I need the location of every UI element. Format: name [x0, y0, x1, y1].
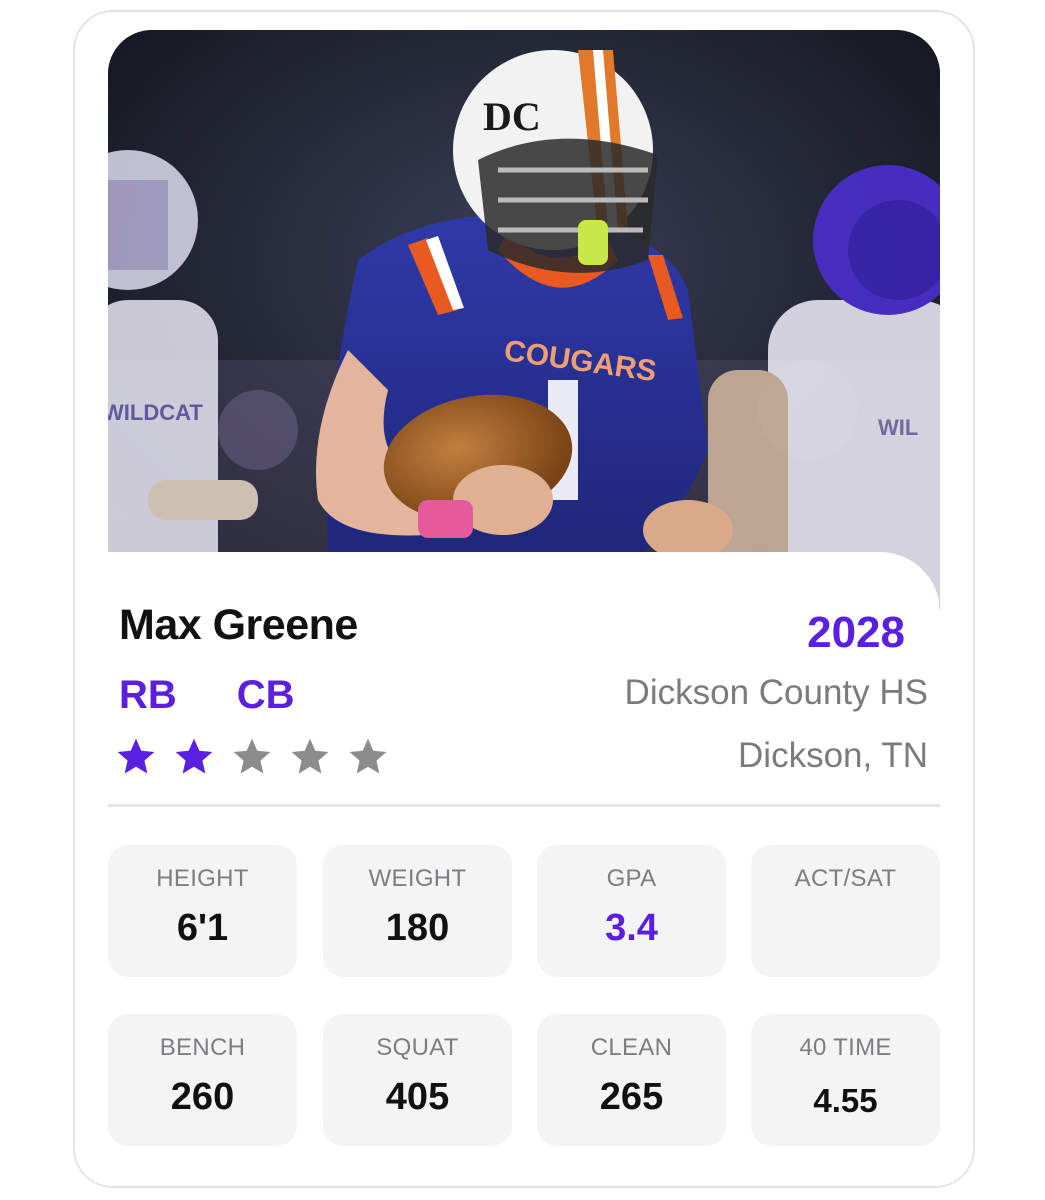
- player-photo: WILDCAT WIL COUGARS DC: [108, 30, 940, 610]
- position-primary: RB: [119, 673, 177, 717]
- class-year: 2028: [807, 608, 905, 657]
- star-icon: [233, 738, 271, 774]
- stat-weight: WEIGHT 180: [323, 845, 512, 977]
- stat-label: SQUAT: [376, 1034, 459, 1061]
- stat-label: ACT/SAT: [794, 865, 897, 892]
- positions: RB CB: [119, 673, 295, 718]
- stat-value: 4.55: [813, 1082, 878, 1119]
- divider: [108, 804, 940, 807]
- svg-text:DC: DC: [483, 94, 541, 139]
- stat-clean: CLEAN 265: [537, 1014, 726, 1146]
- stat-value: 180: [385, 907, 450, 949]
- school-name: Dickson County HS: [624, 673, 928, 712]
- svg-text:WIL: WIL: [878, 415, 918, 440]
- stat-act-sat: ACT/SAT: [751, 845, 940, 977]
- star-icon: [175, 738, 213, 774]
- stat-label: HEIGHT: [156, 865, 249, 892]
- stat-value: 260: [170, 1076, 235, 1118]
- stat-label: GPA: [606, 865, 657, 892]
- stat-value: 405: [385, 1076, 450, 1118]
- svg-text:WILDCAT: WILDCAT: [108, 400, 203, 425]
- school-location: Dickson, TN: [738, 736, 928, 775]
- stat-height: HEIGHT 6'1: [108, 845, 297, 977]
- stat-value: 6'1: [176, 907, 229, 949]
- stat-40-time: 40 TIME 4.55: [751, 1014, 940, 1146]
- stat-bench: BENCH 260: [108, 1014, 297, 1146]
- stat-label: CLEAN: [590, 1034, 673, 1061]
- stat-label: WEIGHT: [368, 865, 467, 892]
- stat-squat: SQUAT 405: [323, 1014, 512, 1146]
- stat-value: 3.4: [605, 907, 658, 949]
- stat-gpa: GPA 3.4: [537, 845, 726, 977]
- star-icon: [117, 738, 155, 774]
- star-icon: [291, 738, 329, 774]
- stat-label: 40 TIME: [799, 1034, 892, 1061]
- position-secondary: CB: [236, 673, 295, 717]
- player-name: Max Greene: [119, 601, 358, 649]
- star-icon: [349, 738, 387, 774]
- stat-value: 265: [599, 1076, 664, 1118]
- star-rating: [114, 735, 390, 779]
- stat-label: BENCH: [159, 1034, 246, 1061]
